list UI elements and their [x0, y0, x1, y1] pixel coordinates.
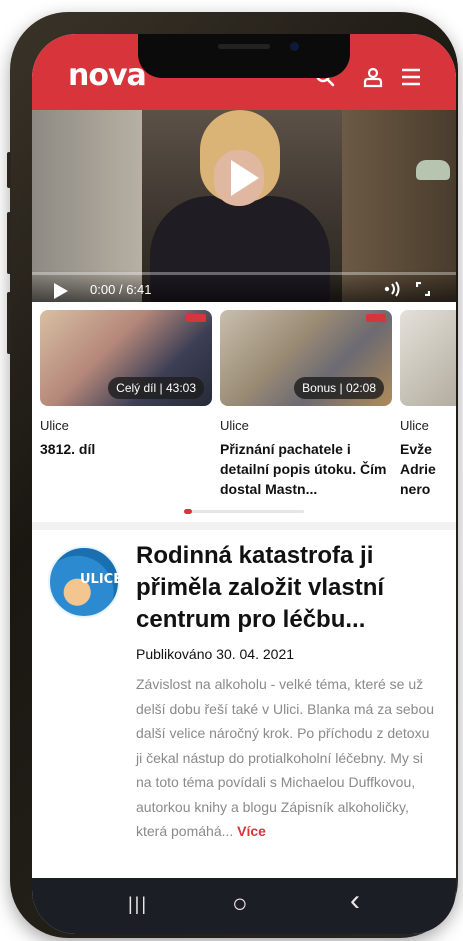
carousel-card[interactable]: Celý díl | 43:03 Ulice 3812. díl	[40, 310, 212, 459]
notch	[138, 34, 350, 78]
duration-badge: Bonus | 02:08	[294, 377, 384, 399]
menu-icon[interactable]	[400, 66, 422, 88]
show-avatar[interactable]: ULICE	[48, 546, 123, 618]
back-button[interactable]: ‹	[350, 884, 360, 918]
card-show-name: Ulice	[400, 418, 429, 433]
carousel-thumbnail[interactable]: Bonus | 02:08	[220, 310, 392, 406]
fullscreen-icon[interactable]	[416, 282, 430, 296]
mute-switch	[7, 152, 11, 188]
card-show-name: Ulice	[40, 418, 69, 433]
article-excerpt-text: Závislost na alkoholu - velké téma, kter…	[136, 676, 435, 839]
more-link[interactable]: Více	[237, 823, 266, 839]
time-separator: /	[118, 282, 123, 297]
article-excerpt: Závislost na alkoholu - velké téma, kter…	[136, 672, 436, 844]
duration-badge: Celý díl | 43:03	[108, 377, 204, 399]
card-title[interactable]: 3812. díl	[40, 439, 212, 459]
video-lamp	[416, 160, 450, 180]
volume-icon[interactable]	[384, 281, 404, 297]
play-overlay-icon[interactable]	[231, 160, 259, 196]
screen: nova 0:00 / 6:41 Celý díl | 43:03 Ulice …	[32, 34, 456, 934]
current-time: 0:00	[90, 282, 116, 297]
avatar-label: ULICE	[80, 572, 123, 587]
carousel-card[interactable]: Bonus | 02:08 Ulice Přiznání pachatele i…	[220, 310, 392, 499]
video-time: 0:00 / 6:41	[90, 282, 152, 297]
system-navigation-bar: ||| ○ ‹	[32, 878, 456, 934]
article-card[interactable]: ULICE Rodinná katastrofa ji přiměla zalo…	[32, 522, 456, 882]
phone-frame: nova 0:00 / 6:41 Celý díl | 43:03 Ulice …	[7, 12, 458, 938]
carousel-card-partial[interactable]: Ulice Evže Adrie nero	[400, 310, 456, 499]
volume-down-button	[7, 292, 11, 354]
home-button[interactable]: ○	[232, 888, 248, 919]
video-carousel[interactable]: Celý díl | 43:03 Ulice 3812. díl Bonus |…	[32, 302, 456, 522]
card-show-name: Ulice	[220, 418, 249, 433]
channel-tag	[366, 314, 386, 322]
carousel-pagination	[184, 509, 304, 514]
duration: 6:41	[126, 282, 152, 297]
card-title[interactable]: Evže Adrie nero	[400, 439, 440, 499]
speaker	[218, 44, 270, 49]
nova-logo[interactable]: nova	[68, 58, 147, 93]
user-icon[interactable]	[362, 66, 384, 88]
carousel-thumbnail[interactable]	[400, 310, 456, 406]
channel-tag	[186, 314, 206, 322]
video-player[interactable]: 0:00 / 6:41	[32, 110, 456, 302]
card-title[interactable]: Přiznání pachatele i detailní popis útok…	[220, 439, 392, 499]
recents-button[interactable]: |||	[128, 894, 148, 915]
article-date: Publikováno 30. 04. 2021	[136, 646, 295, 662]
carousel-pagination-active	[184, 509, 192, 514]
volume-up-button	[7, 212, 11, 274]
front-camera	[290, 42, 299, 51]
play-icon[interactable]	[54, 283, 68, 299]
carousel-thumbnail[interactable]: Celý díl | 43:03	[40, 310, 212, 406]
article-title[interactable]: Rodinná katastrofa ji přiměla založit vl…	[136, 540, 436, 636]
video-progress-bar[interactable]	[32, 272, 456, 275]
